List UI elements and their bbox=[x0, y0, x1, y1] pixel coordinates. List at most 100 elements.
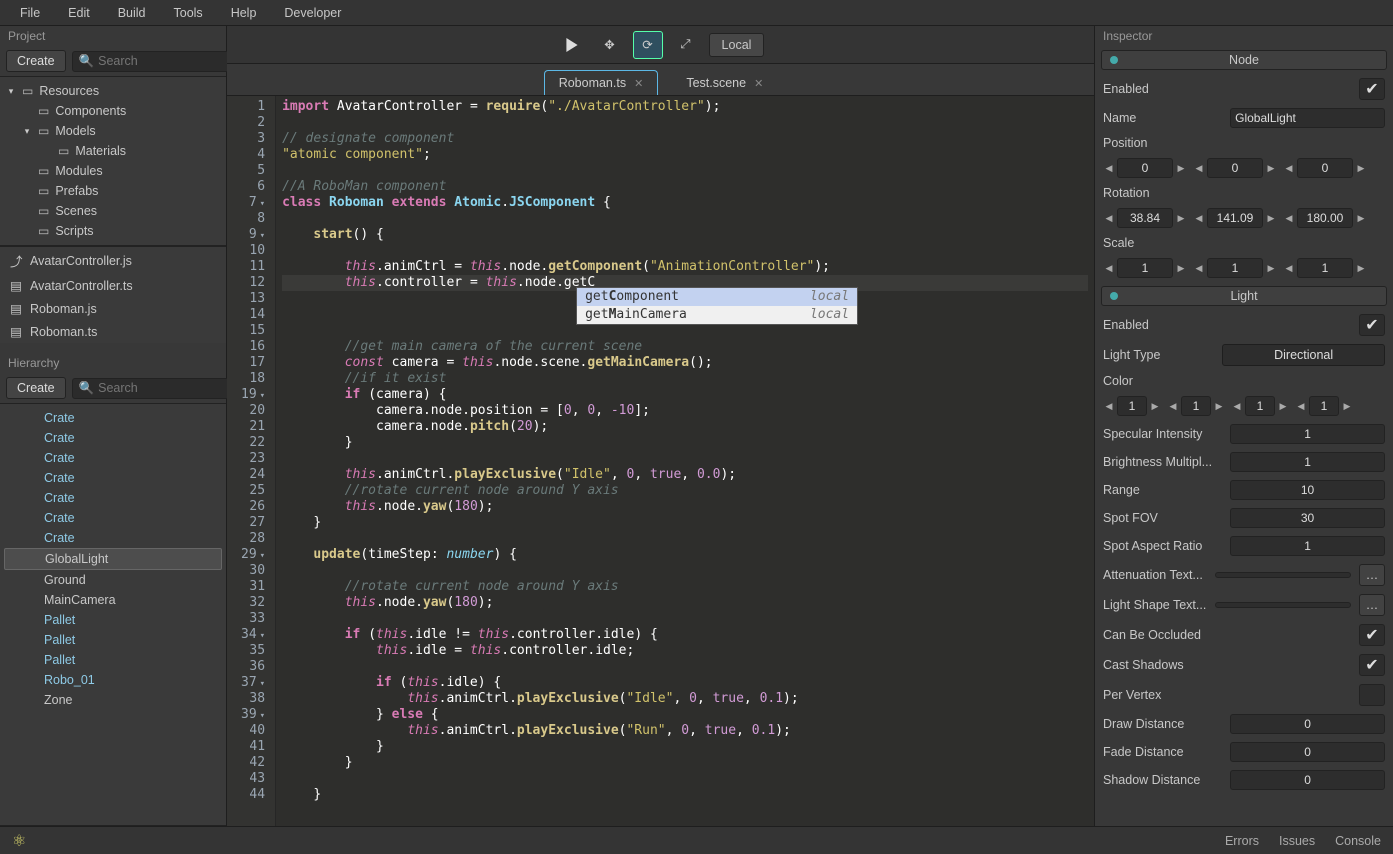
decrement-icon[interactable]: ◀ bbox=[1103, 208, 1115, 228]
atten-input[interactable] bbox=[1215, 572, 1351, 578]
hierarchy-item[interactable]: Crate bbox=[0, 468, 226, 488]
vector-component[interactable]: ◀1▶ bbox=[1231, 396, 1289, 416]
increment-icon[interactable]: ▶ bbox=[1355, 258, 1367, 278]
increment-icon[interactable]: ▶ bbox=[1175, 158, 1187, 178]
fadedist-input[interactable]: 0 bbox=[1230, 742, 1385, 762]
hierarchy-item[interactable]: Zone bbox=[0, 690, 226, 710]
vector-component[interactable]: ◀1▶ bbox=[1167, 396, 1225, 416]
vector-component[interactable]: ◀1▶ bbox=[1103, 258, 1187, 278]
vector-component[interactable]: ◀1▶ bbox=[1283, 258, 1367, 278]
autocomplete-popup[interactable]: getComponentlocalgetMainCameralocal bbox=[576, 287, 858, 325]
hierarchy-item[interactable]: Crate bbox=[0, 508, 226, 528]
vector-component[interactable]: ◀0▶ bbox=[1103, 158, 1187, 178]
menu-tools[interactable]: Tools bbox=[160, 2, 217, 24]
hierarchy-item[interactable]: Crate bbox=[0, 448, 226, 468]
decrement-icon[interactable]: ◀ bbox=[1103, 158, 1115, 178]
node-enabled-checkbox[interactable]: ✔ bbox=[1359, 78, 1385, 100]
vector-component[interactable]: ◀0▶ bbox=[1283, 158, 1367, 178]
increment-icon[interactable]: ▶ bbox=[1277, 396, 1289, 416]
vector-component[interactable]: ◀1▶ bbox=[1295, 396, 1353, 416]
menu-edit[interactable]: Edit bbox=[54, 2, 104, 24]
project-tree-item[interactable]: ▭Prefabs bbox=[0, 181, 226, 201]
increment-icon[interactable]: ▶ bbox=[1355, 158, 1367, 178]
increment-icon[interactable]: ▶ bbox=[1341, 396, 1353, 416]
increment-icon[interactable]: ▶ bbox=[1265, 158, 1277, 178]
brightness-input[interactable]: 1 bbox=[1230, 452, 1385, 472]
inspector-section-light[interactable]: Light bbox=[1101, 286, 1387, 306]
hierarchy-item[interactable]: Crate bbox=[0, 488, 226, 508]
expand-arrow-icon[interactable]: ▾ bbox=[6, 86, 16, 97]
increment-icon[interactable]: ▶ bbox=[1175, 208, 1187, 228]
inspector-section-node[interactable]: Node bbox=[1101, 50, 1387, 70]
coordinate-space-button[interactable]: Local bbox=[709, 33, 765, 57]
editor-code[interactable]: import AvatarController = require("./Ava… bbox=[276, 96, 1094, 826]
open-file-item[interactable]: ▤Roboman.ts bbox=[0, 320, 226, 343]
shape-browse-button[interactable]: … bbox=[1359, 594, 1385, 616]
increment-icon[interactable]: ▶ bbox=[1175, 258, 1187, 278]
inspector[interactable]: Node Enabled ✔ Name GlobalLight Position… bbox=[1095, 46, 1393, 826]
project-tree-item[interactable]: ▭Components bbox=[0, 101, 226, 121]
node-name-input[interactable]: GlobalLight bbox=[1230, 108, 1385, 128]
autocomplete-item[interactable]: getMainCameralocal bbox=[577, 306, 857, 324]
decrement-icon[interactable]: ◀ bbox=[1103, 258, 1115, 278]
decrement-icon[interactable]: ◀ bbox=[1231, 396, 1243, 416]
project-tree-item[interactable]: ▭Materials bbox=[0, 141, 226, 161]
hierarchy-item[interactable]: MainCamera bbox=[0, 590, 226, 610]
open-file-item[interactable]: ⤴AvatarController.js bbox=[0, 247, 226, 274]
vector-component[interactable]: ◀180.00▶ bbox=[1283, 208, 1367, 228]
vector-component[interactable]: ◀38.84▶ bbox=[1103, 208, 1187, 228]
project-tree-item[interactable]: ▭Scripts bbox=[0, 221, 226, 241]
hierarchy-item[interactable]: Pallet bbox=[0, 650, 226, 670]
project-tree-item[interactable]: ▭Scenes bbox=[0, 201, 226, 221]
increment-icon[interactable]: ▶ bbox=[1149, 396, 1161, 416]
rotate-tool-button[interactable]: ⟳ bbox=[633, 31, 663, 59]
project-tree-item[interactable]: ▾▭Models bbox=[0, 121, 226, 141]
decrement-icon[interactable]: ◀ bbox=[1167, 396, 1179, 416]
increment-icon[interactable]: ▶ bbox=[1213, 396, 1225, 416]
expand-arrow-icon[interactable]: ▾ bbox=[22, 126, 32, 137]
console-link[interactable]: Console bbox=[1335, 834, 1381, 848]
autocomplete-item[interactable]: getComponentlocal bbox=[577, 288, 857, 306]
increment-icon[interactable]: ▶ bbox=[1355, 208, 1367, 228]
increment-icon[interactable]: ▶ bbox=[1265, 208, 1277, 228]
project-create-button[interactable]: Create bbox=[6, 50, 66, 72]
occluded-checkbox[interactable]: ✔ bbox=[1359, 624, 1385, 646]
spotfov-input[interactable]: 30 bbox=[1230, 508, 1385, 528]
editor-tab[interactable]: Roboman.ts✕ bbox=[544, 70, 659, 95]
hierarchy-item[interactable]: GlobalLight bbox=[4, 548, 222, 570]
vector-component[interactable]: ◀1▶ bbox=[1103, 396, 1161, 416]
hierarchy-item[interactable]: Pallet bbox=[0, 630, 226, 650]
decrement-icon[interactable]: ◀ bbox=[1283, 158, 1295, 178]
play-button[interactable] bbox=[557, 31, 587, 59]
atten-browse-button[interactable]: … bbox=[1359, 564, 1385, 586]
close-tab-icon[interactable]: ✕ bbox=[754, 77, 763, 90]
decrement-icon[interactable]: ◀ bbox=[1193, 208, 1205, 228]
decrement-icon[interactable]: ◀ bbox=[1193, 158, 1205, 178]
hierarchy-item[interactable]: Ground bbox=[0, 570, 226, 590]
issues-link[interactable]: Issues bbox=[1279, 834, 1315, 848]
open-file-item[interactable]: ▤Roboman.js bbox=[0, 297, 226, 320]
spotaspect-input[interactable]: 1 bbox=[1230, 536, 1385, 556]
shadowdist-input[interactable]: 0 bbox=[1230, 770, 1385, 790]
decrement-icon[interactable]: ◀ bbox=[1103, 396, 1115, 416]
range-input[interactable]: 10 bbox=[1230, 480, 1385, 500]
hierarchy-item[interactable]: Pallet bbox=[0, 610, 226, 630]
vector-component[interactable]: ◀141.09▶ bbox=[1193, 208, 1277, 228]
light-type-dropdown[interactable]: Directional bbox=[1222, 344, 1385, 366]
menu-file[interactable]: File bbox=[6, 2, 54, 24]
code-editor[interactable]: 1234567▾89▾10111213141516171819▾20212223… bbox=[227, 96, 1094, 826]
errors-link[interactable]: Errors bbox=[1225, 834, 1259, 848]
decrement-icon[interactable]: ◀ bbox=[1193, 258, 1205, 278]
menu-build[interactable]: Build bbox=[104, 2, 160, 24]
decrement-icon[interactable]: ◀ bbox=[1283, 258, 1295, 278]
project-tree-item[interactable]: ▭Modules bbox=[0, 161, 226, 181]
hierarchy-create-button[interactable]: Create bbox=[6, 377, 66, 399]
menu-help[interactable]: Help bbox=[217, 2, 271, 24]
drawdist-input[interactable]: 0 bbox=[1230, 714, 1385, 734]
project-tree[interactable]: ▾▭Resources▭Components▾▭Models▭Materials… bbox=[0, 76, 226, 246]
specular-input[interactable]: 1 bbox=[1230, 424, 1385, 444]
shape-input[interactable] bbox=[1215, 602, 1351, 608]
hierarchy-item[interactable]: Crate bbox=[0, 428, 226, 448]
scale-tool-button[interactable]: ⤢ bbox=[671, 31, 701, 59]
project-tree-item[interactable]: ▾▭Resources bbox=[0, 81, 226, 101]
